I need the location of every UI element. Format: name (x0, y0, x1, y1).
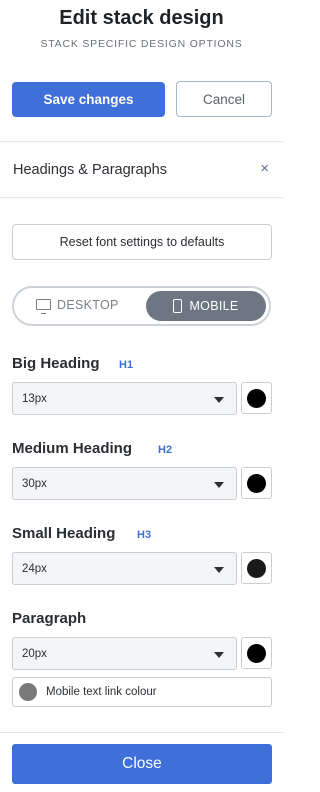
monitor-icon (36, 298, 51, 314)
color-swatch (247, 559, 266, 578)
select-value: 13px (22, 393, 47, 405)
select-value: 20px (22, 648, 47, 660)
phone-icon (173, 299, 183, 313)
mobile-link-colour-picker[interactable]: Mobile text link colour (12, 677, 272, 707)
save-changes-button[interactable]: Save changes (12, 82, 165, 117)
paragraph-label: Paragraph (12, 610, 87, 627)
h2-tag: H2 (158, 444, 173, 456)
close-icon[interactable]: × (260, 160, 269, 177)
select-value: 24px (22, 563, 47, 575)
reset-font-settings-button[interactable]: Reset font settings to defaults (12, 224, 272, 260)
medium-heading-label: Medium Heading (12, 440, 133, 457)
select-value: 30px (22, 478, 47, 490)
footer-divider (0, 732, 283, 733)
section-title: Headings & Paragraphs (13, 162, 167, 178)
mobile-link-colour-label: Mobile text link colour (46, 686, 157, 698)
big-heading-label: Big Heading (12, 355, 100, 372)
color-swatch (247, 474, 266, 493)
medium-heading-color-picker[interactable] (241, 467, 272, 499)
desktop-label: DESKTOP (57, 298, 119, 312)
caret-down-icon (214, 482, 224, 488)
desktop-toggle-option[interactable]: DESKTOP (36, 298, 119, 314)
page-title: Edit stack design (59, 7, 224, 29)
section-header: Headings & Paragraphs × (0, 143, 283, 198)
caret-down-icon (214, 397, 224, 403)
page-subtitle: STACK SPECIFIC DESIGN OPTIONS (40, 38, 243, 50)
dialog-header: Edit stack design STACK SPECIFIC DESIGN … (0, 0, 283, 142)
h1-tag: H1 (119, 359, 134, 371)
big-heading-size-select[interactable]: 13px (12, 382, 237, 415)
small-heading-color-picker[interactable] (241, 552, 272, 584)
h3-tag: H3 (137, 529, 152, 541)
medium-heading-size-select[interactable]: 30px (12, 467, 237, 500)
small-heading-label: Small Heading (12, 525, 116, 542)
caret-down-icon (214, 567, 224, 573)
cancel-button[interactable]: Cancel (176, 81, 272, 117)
color-swatch (247, 389, 266, 408)
caret-down-icon (214, 652, 224, 658)
paragraph-size-select[interactable]: 20px (12, 637, 237, 670)
paragraph-color-picker[interactable] (241, 637, 272, 669)
small-heading-size-select[interactable]: 24px (12, 552, 237, 585)
big-heading-color-picker[interactable] (241, 382, 272, 414)
mobile-toggle-option[interactable]: MOBILE (146, 291, 266, 321)
color-swatch (247, 644, 266, 663)
device-toggle: DESKTOP MOBILE (12, 286, 271, 326)
close-button[interactable]: Close (12, 744, 272, 784)
color-swatch (19, 683, 37, 701)
mobile-label: MOBILE (189, 299, 239, 313)
